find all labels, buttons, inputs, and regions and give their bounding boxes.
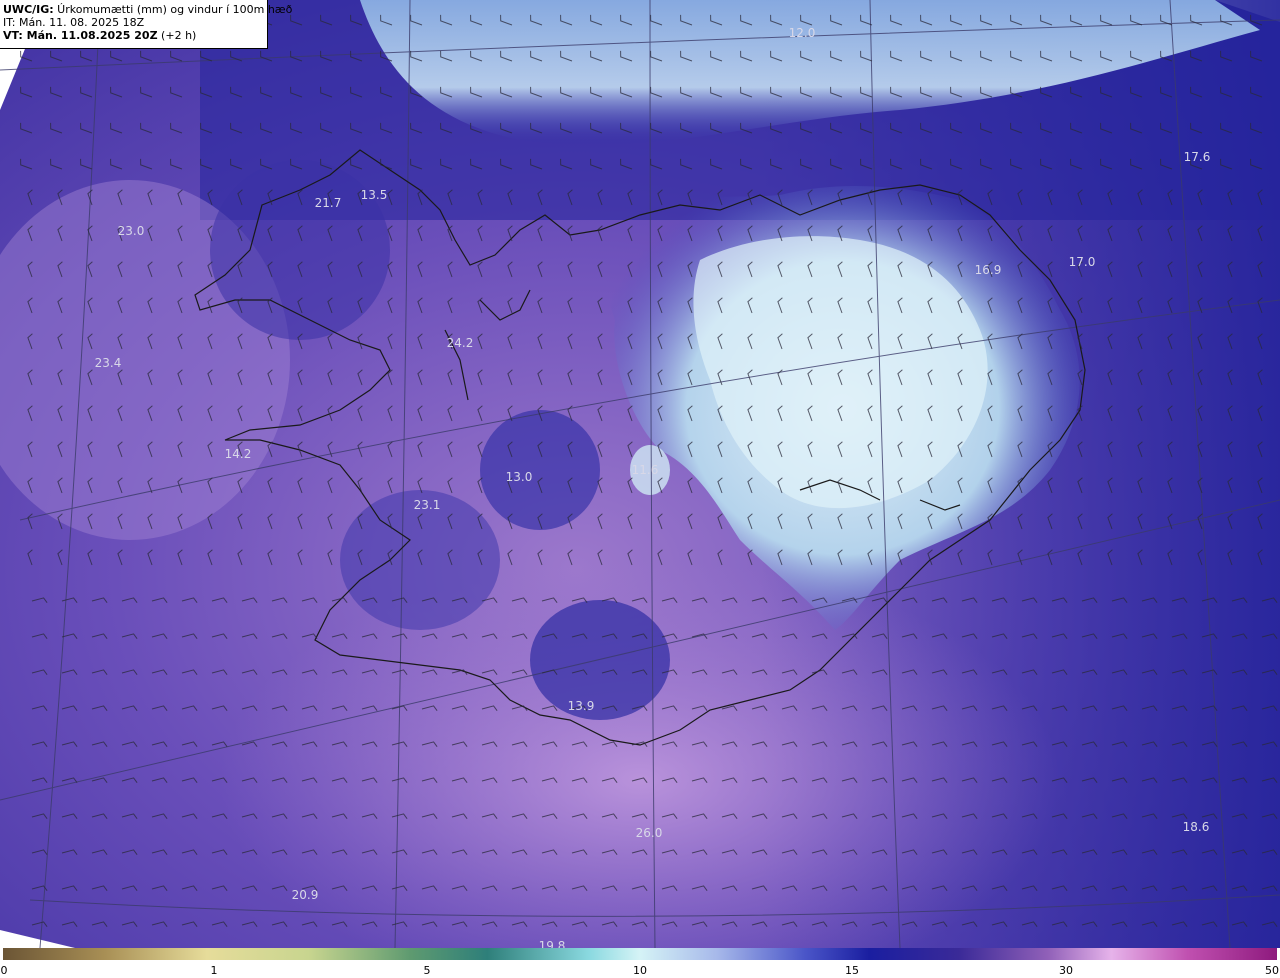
valid-time-label: VT: Mán. 11.08.2025 20Z xyxy=(3,29,158,42)
color-scale-legend: 0 1 5 10 15 30 50 xyxy=(0,948,1280,978)
map-title: UWC/IG: Úrkomumætti (mm) og vindur í 100… xyxy=(3,3,292,16)
lead-time: (+2 h) xyxy=(157,29,197,42)
value-label: 23.0 xyxy=(117,224,145,238)
map-info-box: UWC/IG: Úrkomumætti (mm) og vindur í 100… xyxy=(0,0,292,49)
value-label: 13.5 xyxy=(360,188,388,202)
value-label: 21.7 xyxy=(314,196,342,210)
value-label: 24.2 xyxy=(446,336,474,350)
value-label: 13.9 xyxy=(567,699,595,713)
value-label: 17.6 xyxy=(1183,150,1211,164)
product-title: Úrkomumætti (mm) og vindur í 100m hæð xyxy=(53,3,293,16)
init-time-label: IT: xyxy=(3,16,16,29)
value-label: 18.6 xyxy=(1182,820,1210,834)
weather-map: UWC/IG: Úrkomumætti (mm) og vindur í 100… xyxy=(0,0,1280,978)
value-label: 17.0 xyxy=(1068,255,1096,269)
scale-tick: 10 xyxy=(633,964,647,977)
value-label: 13.0 xyxy=(505,470,533,484)
value-label: 23.4 xyxy=(94,356,122,370)
valid-time: VT: Mán. 11.08.2025 20Z (+2 h) xyxy=(3,29,264,42)
scale-tick: 5 xyxy=(423,964,431,977)
value-label: 20.9 xyxy=(291,888,319,902)
init-time-value: Mán. 11. 08. 2025 18Z xyxy=(15,16,145,29)
color-scale-bar xyxy=(3,948,1277,960)
value-label: 16.9 xyxy=(974,263,1002,277)
scale-tick: 15 xyxy=(845,964,859,977)
value-label: 26.0 xyxy=(635,826,663,840)
scale-tick: 0 xyxy=(0,964,8,977)
value-label: 11.6 xyxy=(631,463,659,477)
scale-tick: 50 xyxy=(1265,964,1279,977)
value-label: 14.2 xyxy=(224,447,252,461)
value-label: 12.0 xyxy=(788,26,816,40)
value-label: 23.1 xyxy=(413,498,441,512)
model-name: UWC/IG: xyxy=(3,3,54,16)
scale-tick: 1 xyxy=(210,964,218,977)
init-time: IT: Mán. 11. 08. 2025 18Z xyxy=(3,16,264,29)
scale-tick: 30 xyxy=(1059,964,1073,977)
